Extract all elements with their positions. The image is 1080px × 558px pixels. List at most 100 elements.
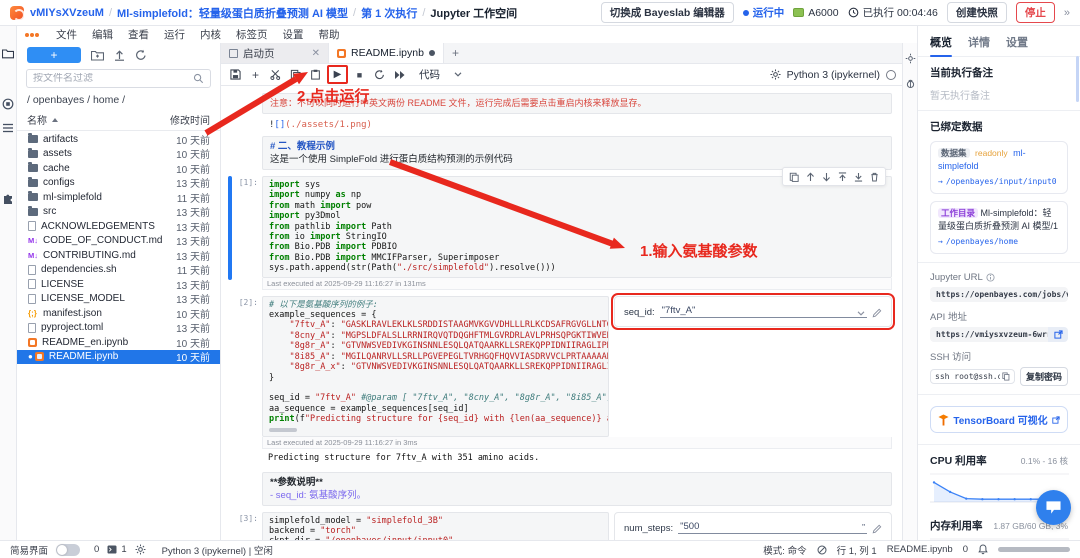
file-row-configs[interactable]: configs13 天前 <box>17 176 220 191</box>
new-tab-button[interactable]: + <box>444 43 467 63</box>
breadcrumb-item-1[interactable]: Ml-simplefold：轻量级蛋白质折叠预测 AI 模型 <box>117 5 348 21</box>
interrupt-kernel-icon[interactable]: ■ <box>351 66 368 83</box>
support-chat-button[interactable] <box>1036 490 1071 525</box>
file-row-dependencies.sh[interactable]: dependencies.sh11 天前 <box>17 263 220 278</box>
widget-field-num-steps[interactable]: num_steps:"500" <box>624 521 882 534</box>
menu-item-6[interactable]: 设置 <box>283 27 304 42</box>
file-row-CODE_OF_CONDUCT.md[interactable]: M↓CODE_OF_CONDUCT.md13 天前 <box>17 234 220 249</box>
file-row-ACKNOWLEDGEMENTS[interactable]: ACKNOWLEDGEMENTS13 天前 <box>17 219 220 234</box>
move-cell-down-icon[interactable] <box>819 170 833 183</box>
kernel-settings-gear-icon[interactable] <box>770 69 781 80</box>
running-kernels-icon[interactable] <box>2 98 14 110</box>
property-inspector-icon[interactable] <box>905 53 916 64</box>
insert-cell-above-icon[interactable] <box>835 170 849 183</box>
close-tab-icon[interactable]: ✕ <box>312 48 320 59</box>
tab-overview[interactable]: 概览 <box>930 34 952 56</box>
menu-item-0[interactable]: 文件 <box>56 27 77 42</box>
file-row-README_en.ipynb[interactable]: README_en.ipynb10 天前 <box>17 335 220 350</box>
panel-horizontal-scrollbar[interactable] <box>998 547 1070 552</box>
edit-pencil-icon[interactable] <box>872 524 882 534</box>
breadcrumb-item-2[interactable]: 第 1 次执行 <box>361 5 417 21</box>
move-cell-up-icon[interactable] <box>803 170 817 183</box>
cursor-position-label[interactable]: 行 1, 列 1 <box>837 543 877 557</box>
markdown-cell[interactable]: 注意：不可以同时运行中英文两份 README 文件，运行完成后需要点击重启内核来… <box>262 93 892 114</box>
upload-icon[interactable] <box>114 49 125 61</box>
breadcrumb-item-0[interactable]: vMIYsXVzeuM <box>30 7 104 19</box>
tab-launcher[interactable]: 启动页 ✕ <box>221 43 329 63</box>
file-list-header[interactable]: 名称 修改时间 <box>17 110 220 131</box>
new-launcher-button[interactable]: + <box>27 47 81 63</box>
code-editor[interactable]: simplefold_model = "simplefold_3B"backen… <box>262 512 609 540</box>
restart-run-all-icon[interactable] <box>391 66 408 83</box>
settings-gear-icon[interactable] <box>135 544 146 555</box>
jupyter-url-value[interactable]: https://openbayes.com/jobs/vMIYsX <box>930 287 1068 302</box>
debugger-icon[interactable] <box>905 78 916 89</box>
delete-cell-icon[interactable] <box>867 170 881 183</box>
copy-password-button[interactable]: 复制密码 <box>1020 367 1068 386</box>
kernel-count[interactable]: 0 <box>94 544 99 555</box>
workdir-path-link[interactable]: →/openbayes/home <box>938 235 1060 248</box>
open-api-button[interactable] <box>1048 327 1068 342</box>
duplicate-cell-icon[interactable] <box>787 170 801 183</box>
table-of-contents-icon[interactable] <box>2 123 14 133</box>
create-snapshot-button[interactable]: 创建快照 <box>947 2 1007 23</box>
kernel-name-label[interactable]: Python 3 (ipykernel) <box>787 69 880 81</box>
tab-readme-notebook[interactable]: README.ipynb <box>329 43 444 63</box>
file-filter-input[interactable] <box>33 73 189 84</box>
paste-cells-icon[interactable] <box>307 66 324 83</box>
insert-cell-icon[interactable]: + <box>247 66 264 83</box>
menu-item-5[interactable]: 标签页 <box>236 27 268 42</box>
kernel-status-label[interactable]: Python 3 (ipykernel) | 空闲 <box>162 543 273 557</box>
run-cell-icon[interactable]: ▶ <box>327 65 348 84</box>
cut-cells-icon[interactable] <box>267 66 284 83</box>
markdown-cell[interactable]: # 二、教程示例这是一个使用 SimpleFold 进行蛋白质结构预测的示例代码 <box>262 136 892 170</box>
file-browser-icon[interactable] <box>2 48 14 59</box>
bell-icon[interactable] <box>978 544 988 555</box>
new-folder-icon[interactable] <box>91 50 104 61</box>
file-row-LICENSE_MODEL[interactable]: LICENSE_MODEL13 天前 <box>17 292 220 307</box>
file-row-src[interactable]: src13 天前 <box>17 205 220 220</box>
file-row-pyproject.toml[interactable]: pyproject.toml13 天前 <box>17 321 220 336</box>
switch-editor-button[interactable]: 切换成 Bayeslab 编辑器 <box>601 2 734 23</box>
tensorboard-button[interactable]: TensorBoard 可视化 <box>930 406 1068 433</box>
tab-details[interactable]: 详情 <box>968 34 990 56</box>
terminal-count[interactable]: 1 <box>121 544 126 555</box>
file-row-CONTRIBUTING.md[interactable]: M↓CONTRIBUTING.md13 天前 <box>17 248 220 263</box>
edit-pencil-icon[interactable] <box>872 308 882 318</box>
code-editor[interactable]: # 以下是氨基酸序列的例子:example_sequences = { "7ft… <box>262 296 609 437</box>
copy-cells-icon[interactable] <box>287 66 304 83</box>
extensions-puzzle-icon[interactable] <box>2 192 14 204</box>
ssh-command-value[interactable]: ssh root@ssh.openl <box>930 369 1015 384</box>
cell-horizontal-scrollbar[interactable] <box>269 428 297 432</box>
file-row-cache[interactable]: cache10 天前 <box>17 161 220 176</box>
file-browser-breadcrumb[interactable]: / openbayes / home / <box>17 92 220 110</box>
widget-dropdown[interactable]: "7ftv_A" <box>660 305 867 318</box>
simple-ui-toggle[interactable] <box>56 544 80 556</box>
menu-item-4[interactable]: 内核 <box>200 27 221 42</box>
menu-item-2[interactable]: 查看 <box>128 27 149 42</box>
markdown-cell[interactable]: **参数说明**- seq_id: 氨基酸序列。 <box>262 472 892 506</box>
refresh-icon[interactable] <box>135 49 147 61</box>
restart-kernel-icon[interactable] <box>371 66 388 83</box>
file-row-README.ipynb[interactable]: ●README.ipynb10 天前 <box>17 350 220 365</box>
tab-settings[interactable]: 设置 <box>1006 34 1028 56</box>
code-editor[interactable]: import sysimport numpy as npfrom math im… <box>262 176 892 278</box>
cell-type-dropdown[interactable]: 代码 <box>419 67 462 82</box>
menu-item-1[interactable]: 编辑 <box>92 27 113 42</box>
dataset-path-link[interactable]: →/openbayes/input/input0 <box>938 175 1060 188</box>
api-url-value[interactable]: https://vmiysxvzeum-6wrrir <box>930 327 1048 342</box>
active-file-label[interactable]: README.ipynb <box>887 544 953 555</box>
file-row-assets[interactable]: assets10 天前 <box>17 147 220 162</box>
panel-vertical-scrollbar[interactable] <box>1076 56 1079 102</box>
file-row-manifest.json[interactable]: {;}manifest.json10 天前 <box>17 306 220 321</box>
notification-count[interactable]: 0 <box>963 544 968 555</box>
widget-field-seq-id[interactable]: seq_id:"7ftv_A" <box>624 305 882 318</box>
menu-item-7[interactable]: 帮助 <box>319 27 340 42</box>
stop-button[interactable]: 停止 <box>1016 2 1055 23</box>
file-row-ml-simplefold[interactable]: ml-simplefold11 天前 <box>17 190 220 205</box>
file-row-artifacts[interactable]: artifacts10 天前 <box>17 132 220 147</box>
copy-icon[interactable] <box>1002 372 1010 381</box>
save-icon[interactable] <box>227 66 244 83</box>
more-chevron-icon[interactable]: » <box>1064 7 1070 19</box>
widget-text-input[interactable]: "500" <box>678 521 867 534</box>
